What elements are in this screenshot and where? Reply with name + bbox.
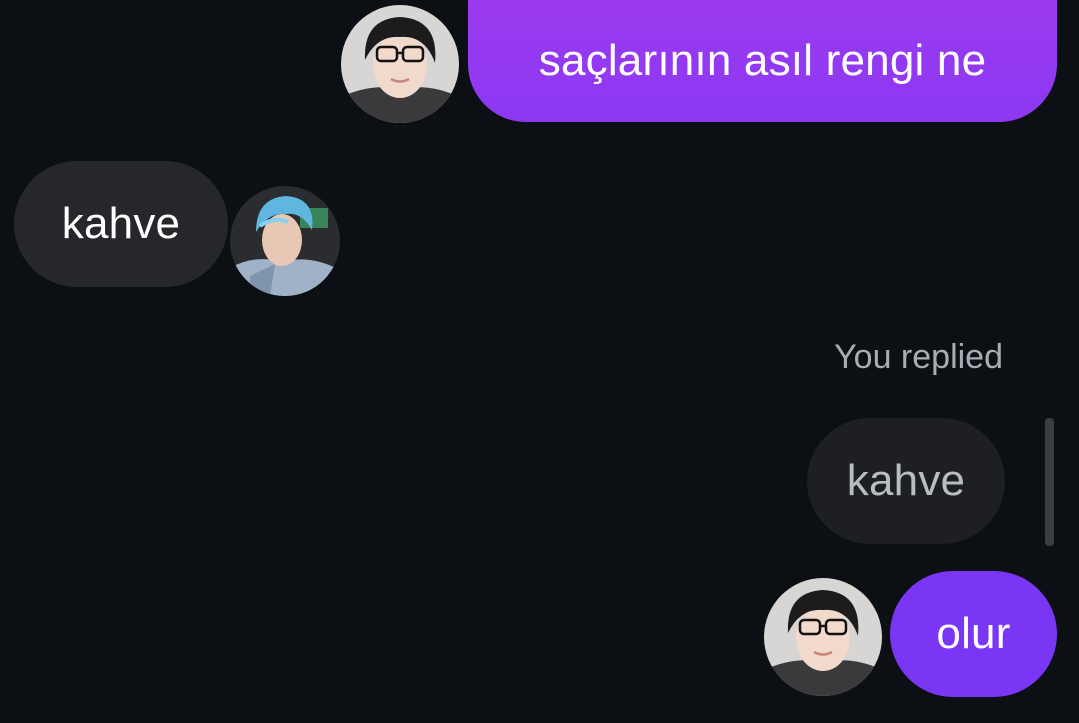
avatar-photo-dark-hair: [764, 578, 882, 696]
quoted-message-text: kahve: [846, 456, 966, 505]
chat-thread: saçlarının asıl rengi ne kahve You repli…: [0, 0, 1079, 723]
sender-avatar[interactable]: [764, 578, 882, 696]
reply-label: You replied: [834, 338, 1003, 376]
message-text: olur: [936, 609, 1011, 658]
avatar-photo-dark-hair: [341, 5, 459, 123]
recipient-avatar[interactable]: [230, 186, 340, 296]
received-message-bubble[interactable]: kahve: [14, 161, 228, 287]
message-text: saçlarının asıl rengi ne: [538, 36, 987, 85]
sender-avatar[interactable]: [341, 5, 459, 123]
quoted-message-bubble[interactable]: kahve: [807, 418, 1005, 544]
avatar-photo-blue-hair: [230, 186, 340, 296]
sent-message-bubble[interactable]: saçlarının asıl rengi ne: [468, 0, 1057, 122]
message-text: kahve: [61, 199, 181, 248]
sent-message-bubble[interactable]: olur: [890, 571, 1057, 697]
reply-indicator-bar: [1045, 418, 1054, 546]
